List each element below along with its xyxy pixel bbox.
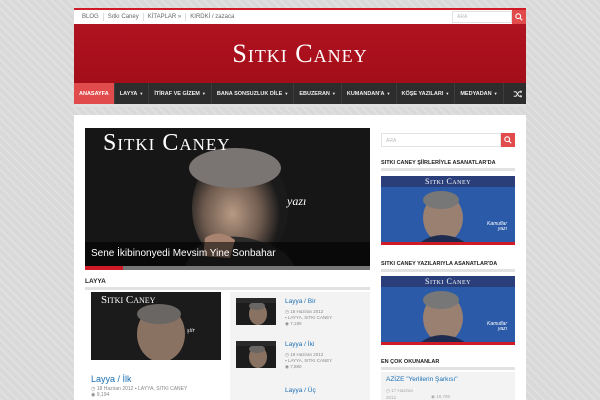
featured-slider[interactable]: Sıtkı Caney yazı Sene İkibinonyedi Mevsi… — [85, 128, 370, 266]
post-views: 9,194 — [96, 392, 110, 398]
nav-item-label: LAYYA — [119, 90, 138, 97]
site-header: Sıtkı Caney — [74, 24, 526, 83]
nav-item-layya[interactable]: LAYYA ▼ — [115, 83, 150, 104]
nav-item-label: İTİRAF VE GİZEM — [154, 90, 200, 97]
post-date: 17 Haziran — [391, 388, 413, 393]
search-icon — [515, 13, 523, 21]
most-read-item-year: 2012 — [386, 395, 397, 400]
nav-item-medyadan[interactable]: MEDYADAN ▼ — [455, 83, 504, 104]
caret-down-icon: ▼ — [331, 91, 336, 96]
nav-item-bana-sonsuzluk-dile[interactable]: BANA SONSUZLUK DİLE ▼ — [212, 83, 295, 104]
list-item-categories[interactable]: ▪ LAYYA, SITKI CANEY — [285, 315, 332, 320]
list-item-views: ◉ 7,880 — [285, 364, 302, 369]
nav-item-itiraf-ve-gizem[interactable]: İTİRAF VE GİZEM ▼ — [149, 83, 212, 104]
most-read-item-title[interactable]: AZİZE "Yerlilerin Şarkısı" — [386, 376, 458, 383]
post-categories: LAYYA, SITKI CANEY — [287, 315, 333, 320]
shuffle-icon — [513, 89, 522, 98]
list-item-title[interactable]: Layya / İki — [285, 341, 314, 348]
post-views: 18,786 — [436, 394, 450, 399]
list-item: Layya / Üç — [236, 380, 368, 400]
top-search-input[interactable]: ARA — [452, 11, 512, 23]
list-item-categories[interactable]: ▪ LAYYA, SITKI CANEY — [285, 358, 332, 363]
banner-signature: Kamuflar yazı — [487, 222, 507, 232]
nav-item-label: ANASAYFA — [79, 90, 109, 97]
banner-sig-line2: yazı — [497, 326, 507, 332]
main-post-thumbnail[interactable]: Sıtkı Caney şiir — [91, 292, 221, 360]
top-link-kitaplar[interactable]: KİTAPLAR » — [144, 13, 187, 21]
caret-down-icon: ▼ — [386, 91, 391, 96]
caret-down-icon: ▼ — [493, 91, 498, 96]
thumbnail-photo — [236, 298, 276, 325]
section-title-layya[interactable]: LAYYA — [85, 278, 370, 290]
post-date: 18 Haziran 2012 — [290, 309, 324, 314]
top-search-button[interactable] — [512, 10, 526, 24]
widget-title-yazilariyla: SITKI CANEY YAZILARIYLA ASANATLAR'DA — [381, 261, 515, 272]
thumbnail-word: şiir — [187, 328, 196, 334]
banner-divider — [381, 242, 515, 245]
top-link-kirdki[interactable]: KIRDKİ / zazaca — [186, 13, 238, 21]
nav-item-kumandana[interactable]: KUMANDAN'A ▼ — [342, 83, 397, 104]
nav-item-label: KUMANDAN'A — [346, 90, 385, 97]
nav-item-kose-yazilari[interactable]: KÖŞE YAZILARI ▼ — [397, 83, 456, 104]
eye-icon: ◉ — [91, 392, 96, 398]
slider-progress — [85, 266, 370, 270]
banner-yazilariyla[interactable]: Sıtkı Caney Kamuflar yazı — [381, 276, 515, 342]
list-item: Layya / İki ◷ 18 Haziran 2012 ▪ LAYYA, S… — [236, 335, 368, 371]
thumbnail-brand-text: Sıtkı Caney — [101, 294, 156, 306]
banner-signature: Kamuflar yazı — [487, 322, 507, 332]
most-read-item-views: ◉ 18,786 — [431, 394, 450, 399]
nav-item-label: KÖŞE YAZILARI — [401, 90, 444, 97]
main-post-title[interactable]: Layya / İlk — [91, 374, 132, 384]
main-nav: ANASAYFA LAYYA ▼ İTİRAF VE GİZEM ▼ BANA SO… — [74, 83, 526, 107]
banner-brand: Sıtkı Caney — [381, 176, 515, 187]
most-read-list: AZİZE "Yerlilerin Şarkısı" ◷ 17 Haziran … — [381, 372, 515, 400]
nav-item-label: EBUZERAN — [299, 90, 330, 97]
search-icon — [504, 136, 512, 144]
post-categories[interactable]: LAYYA, SITKI CANEY — [138, 386, 187, 392]
most-read-item-date: ◷ 17 Haziran — [386, 388, 413, 393]
list-item: Layya / Bir ◷ 18 Haziran 2012 ▪ LAYYA, S… — [236, 292, 368, 328]
nav-item-label: BANA SONSUZLUK DİLE — [216, 90, 283, 97]
top-links: BLOG Sıtkı Caney KİTAPLAR » KIRDKİ / zaz… — [74, 13, 238, 21]
banner-divider — [381, 342, 515, 345]
list-item-thumbnail[interactable] — [236, 341, 276, 368]
thumbnail-photo — [236, 341, 276, 368]
nav-item-ebuzeran[interactable]: EBUZERAN ▼ — [294, 83, 342, 104]
shuffle-button[interactable] — [508, 83, 526, 104]
widget-title-siirleriyle: SITKI CANEY ŞİİRLERİYLE ASANATLAR'DA — [381, 160, 515, 171]
post-list: Layya / Bir ◷ 18 Haziran 2012 ▪ LAYYA, S… — [230, 292, 370, 400]
list-item-title[interactable]: Layya / Üç — [285, 387, 316, 394]
caret-down-icon: ▼ — [445, 91, 450, 96]
widget-title-en-cok-okunanlar: EN ÇOK OKUNANLAR — [381, 359, 515, 370]
nav-item-anasayfa[interactable]: ANASAYFA — [74, 83, 115, 104]
top-link-sitki-caney[interactable]: Sıtkı Caney — [104, 13, 144, 21]
banner-brand: Sıtkı Caney — [381, 276, 515, 287]
top-link-blog[interactable]: BLOG — [78, 13, 104, 21]
slider-brand-text: Sıtkı Caney — [103, 130, 231, 156]
post-views: 7,190 — [290, 321, 302, 326]
top-bar: BLOG Sıtkı Caney KİTAPLAR » KIRDKİ / zaz… — [74, 8, 526, 24]
post-date: 18 Haziran 2012 — [290, 352, 324, 357]
nav-item-label: MEDYADAN — [460, 90, 492, 97]
post-views: 7,880 — [290, 364, 302, 369]
sidebar-search-button[interactable] — [501, 133, 515, 147]
sidebar-search-input[interactable]: ARA — [381, 133, 501, 147]
post-categories: LAYYA, SITKI CANEY — [287, 358, 333, 363]
caret-down-icon: ▼ — [139, 91, 144, 96]
main-post-meta: ◷ 18 Haziran 2012 ▪ LAYYA, SITKI CANEY ◉… — [91, 386, 187, 398]
slider-caption[interactable]: Sene İkibinonyedi Mevsim Yine Sonbahar — [85, 242, 370, 266]
banner-siirleriyle[interactable]: Sıtkı Caney Kamuflar yazı — [381, 176, 515, 242]
folder-icon: ▪ — [134, 386, 137, 392]
main-post: Sıtkı Caney şiir Layya / İlk ◷ 18 Hazira… — [85, 292, 225, 398]
caret-down-icon: ▼ — [284, 91, 289, 96]
slider-progress-active — [85, 266, 123, 270]
list-item-title[interactable]: Layya / Bir — [285, 298, 316, 305]
list-item-views: ◉ 7,190 — [285, 321, 302, 326]
list-item-thumbnail[interactable] — [236, 298, 276, 325]
slider-overlay-word: yazı — [287, 194, 307, 208]
banner-sig-line2: yazı — [497, 226, 507, 232]
site-logo[interactable]: Sıtkı Caney — [232, 39, 367, 69]
caret-down-icon: ▼ — [201, 91, 206, 96]
